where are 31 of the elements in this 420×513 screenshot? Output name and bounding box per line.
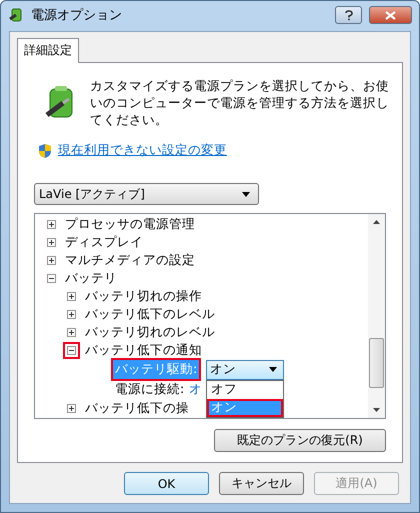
dialog-button[interactable]: OK	[124, 472, 209, 495]
scroll-down-icon	[373, 408, 380, 412]
tree-item[interactable]: バッテリ低下のレベル	[85, 306, 215, 324]
window-title: 電源オプション	[31, 7, 122, 24]
restore-defaults-button[interactable]: 既定のプランの復元(R)	[214, 429, 386, 452]
tree-item[interactable]: ディスプレイ	[65, 234, 143, 251]
help-button[interactable]	[335, 6, 362, 24]
tree-item[interactable]: バッテリ切れの操作	[85, 288, 202, 305]
setting-dropdown[interactable]: オン	[206, 360, 284, 380]
setting-value[interactable]: オ	[189, 381, 202, 398]
tab[interactable]: 詳細設定	[17, 38, 79, 63]
plan-dropdown[interactable]: LaVie [アクティブ]	[34, 183, 259, 205]
tree-item[interactable]: マルチメディアの設定	[65, 252, 195, 269]
caret-icon	[242, 192, 250, 196]
tree-item[interactable]: バッテリ低下の操	[85, 400, 189, 418]
caret-icon	[269, 367, 278, 372]
shield-icon	[38, 142, 52, 158]
change-settings-link[interactable]: 現在利用できない設定の変更	[58, 142, 227, 159]
dialog-button[interactable]: キャンセル	[219, 472, 304, 495]
scrollbar[interactable]	[368, 214, 385, 418]
tree-item[interactable]: バッテリ切れのレベル	[85, 324, 215, 342]
scroll-thumb[interactable]	[369, 338, 384, 388]
help-icon	[344, 10, 354, 20]
dropdown-option[interactable]: オフ	[207, 380, 284, 399]
close-button[interactable]	[369, 6, 412, 24]
tree-item[interactable]: バッテリ	[65, 270, 117, 287]
instruction-text: カスタマイズする電源プランを選択してから、お使いのコンピューターで電源を管理する方法を選択してください。	[90, 77, 390, 128]
tree-item[interactable]: バッテリ低下の通知	[85, 342, 202, 360]
scroll-up-icon	[373, 220, 380, 224]
tree-item[interactable]: プロセッサの電源管理	[65, 216, 195, 233]
close-icon	[385, 10, 396, 20]
